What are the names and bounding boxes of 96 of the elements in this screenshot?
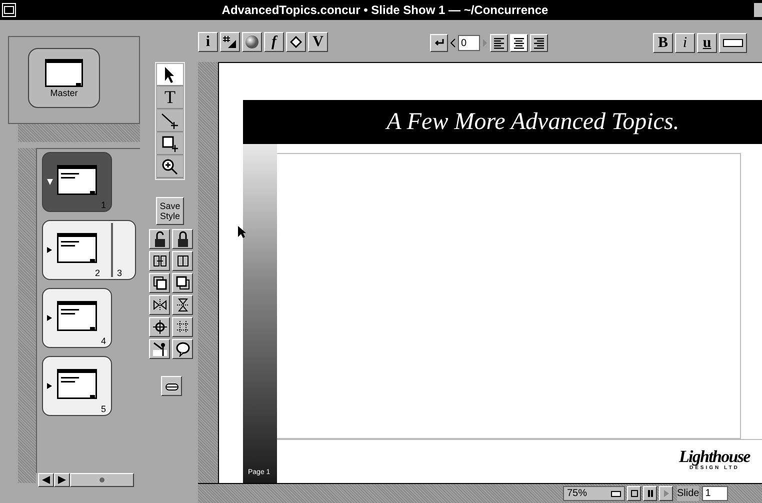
- group-button[interactable]: [149, 251, 170, 271]
- flip-vertical-icon: [174, 297, 190, 313]
- zoom-value: 75%: [567, 487, 588, 501]
- play-icon: [662, 490, 670, 497]
- grid-icon: [174, 319, 190, 335]
- slide-number: 2: [95, 269, 100, 278]
- play-button[interactable]: [659, 486, 673, 501]
- speech-bubble-icon: [174, 341, 190, 357]
- slide-thumbnail-icon: [45, 59, 83, 87]
- pause-button[interactable]: [643, 486, 657, 501]
- arrow-tool[interactable]: [157, 64, 183, 86]
- slide-number: 4: [101, 337, 106, 346]
- presenter-button[interactable]: [149, 339, 170, 359]
- slide-number: 5: [101, 405, 106, 414]
- next-button[interactable]: [54, 473, 70, 487]
- crosshair-icon: [152, 319, 168, 335]
- send-back-button[interactable]: [172, 273, 193, 293]
- square-icon: [630, 490, 638, 497]
- slide-card[interactable]: 4: [42, 288, 112, 348]
- pause-icon: [646, 490, 654, 497]
- slide-number: 3: [117, 269, 122, 278]
- bold-button[interactable]: B: [653, 33, 673, 53]
- group-icon: [152, 253, 168, 269]
- previous-button[interactable]: [38, 473, 54, 487]
- flip-horizontal-icon: [152, 297, 168, 313]
- shading-button[interactable]: [242, 32, 262, 52]
- collapsed-triangle-icon[interactable]: [47, 383, 53, 389]
- crosshair-button[interactable]: [149, 317, 170, 337]
- presenter-icon: [152, 341, 168, 357]
- slide-card[interactable]: 5: [42, 356, 112, 416]
- zoom-tool[interactable]: [157, 156, 183, 178]
- indent-field[interactable]: 0: [458, 35, 480, 51]
- scroll-knob-icon: [99, 477, 105, 483]
- align-right-button[interactable]: [530, 34, 548, 52]
- line-tool[interactable]: [157, 110, 183, 132]
- master-slide-card[interactable]: Master: [28, 48, 100, 108]
- diamond-icon: [290, 36, 302, 48]
- flip-vertical-button[interactable]: [172, 295, 193, 315]
- slide-number: 1: [101, 201, 106, 210]
- slide-thumbnail-icon: [57, 301, 97, 331]
- return-arrow-icon: [434, 39, 444, 47]
- send-back-icon: [174, 275, 190, 291]
- function-button[interactable]: f: [264, 32, 284, 52]
- window-menu-button[interactable]: [2, 3, 16, 17]
- align-center-icon: [512, 36, 526, 50]
- grid-button[interactable]: [172, 317, 193, 337]
- speech-bubble-button[interactable]: [172, 339, 193, 359]
- slider-thumb-icon: [611, 490, 621, 496]
- expanded-triangle-icon[interactable]: [47, 179, 53, 185]
- slide-number-field[interactable]: 1: [702, 486, 728, 501]
- return-button[interactable]: [430, 34, 448, 52]
- slide-title: A Few More Advanced Topics.: [384, 108, 680, 137]
- info-button[interactable]: i: [198, 32, 218, 52]
- slide-card[interactable]: 2 3: [42, 220, 136, 280]
- number-format-button[interactable]: [220, 32, 240, 52]
- rect-tool[interactable]: [157, 133, 183, 155]
- rect-icon: [160, 134, 180, 154]
- right-triangle-icon: [58, 476, 66, 484]
- logo-text: Lighthouse: [679, 448, 750, 465]
- slide-thumbnail-icon: [57, 369, 97, 399]
- ungroup-button[interactable]: [172, 251, 193, 271]
- ungroup-icon: [174, 253, 190, 269]
- bring-front-button[interactable]: [149, 273, 170, 293]
- align-left-button[interactable]: [490, 34, 508, 52]
- unlock-button[interactable]: [149, 229, 170, 249]
- rectangle-icon: [723, 39, 743, 47]
- save-style-button[interactable]: Save Style: [156, 197, 184, 225]
- fill-button[interactable]: [719, 33, 747, 53]
- lock-button[interactable]: [172, 229, 193, 249]
- left-triangle-icon: [42, 476, 50, 484]
- stop-button[interactable]: [627, 486, 641, 501]
- master-label: Master: [50, 89, 78, 98]
- text-tool[interactable]: T: [157, 87, 183, 109]
- diamond-button[interactable]: [286, 32, 306, 52]
- slide-label: Slide: [677, 486, 700, 501]
- variable-button[interactable]: V: [308, 32, 328, 52]
- hash-triangle-icon: [223, 35, 237, 49]
- rounded-rect-button[interactable]: [161, 376, 182, 396]
- align-right-icon: [532, 36, 546, 50]
- zoom-icon: [160, 156, 180, 176]
- bring-front-icon: [152, 275, 168, 291]
- align-center-button[interactable]: [510, 34, 528, 52]
- slide-thumbnail-icon: [57, 165, 97, 195]
- slide-thumbnail-icon: [57, 233, 97, 263]
- sphere-icon: [245, 35, 259, 49]
- underline-button[interactable]: u: [697, 33, 717, 53]
- window-title: AdvancedTopics.concur • Slide Show 1 — ~/Concurrence: [220, 2, 550, 19]
- scroll-bar[interactable]: [70, 473, 134, 487]
- collapsed-triangle-icon[interactable]: [47, 247, 53, 253]
- zoom-field[interactable]: 75%: [563, 486, 625, 501]
- align-left-icon: [492, 36, 506, 50]
- mouse-pointer-icon: [237, 225, 247, 239]
- collapsed-triangle-icon[interactable]: [47, 315, 53, 321]
- italic-button[interactable]: i: [675, 33, 695, 53]
- flip-horizontal-button[interactable]: [149, 295, 170, 315]
- line-icon: [160, 110, 180, 130]
